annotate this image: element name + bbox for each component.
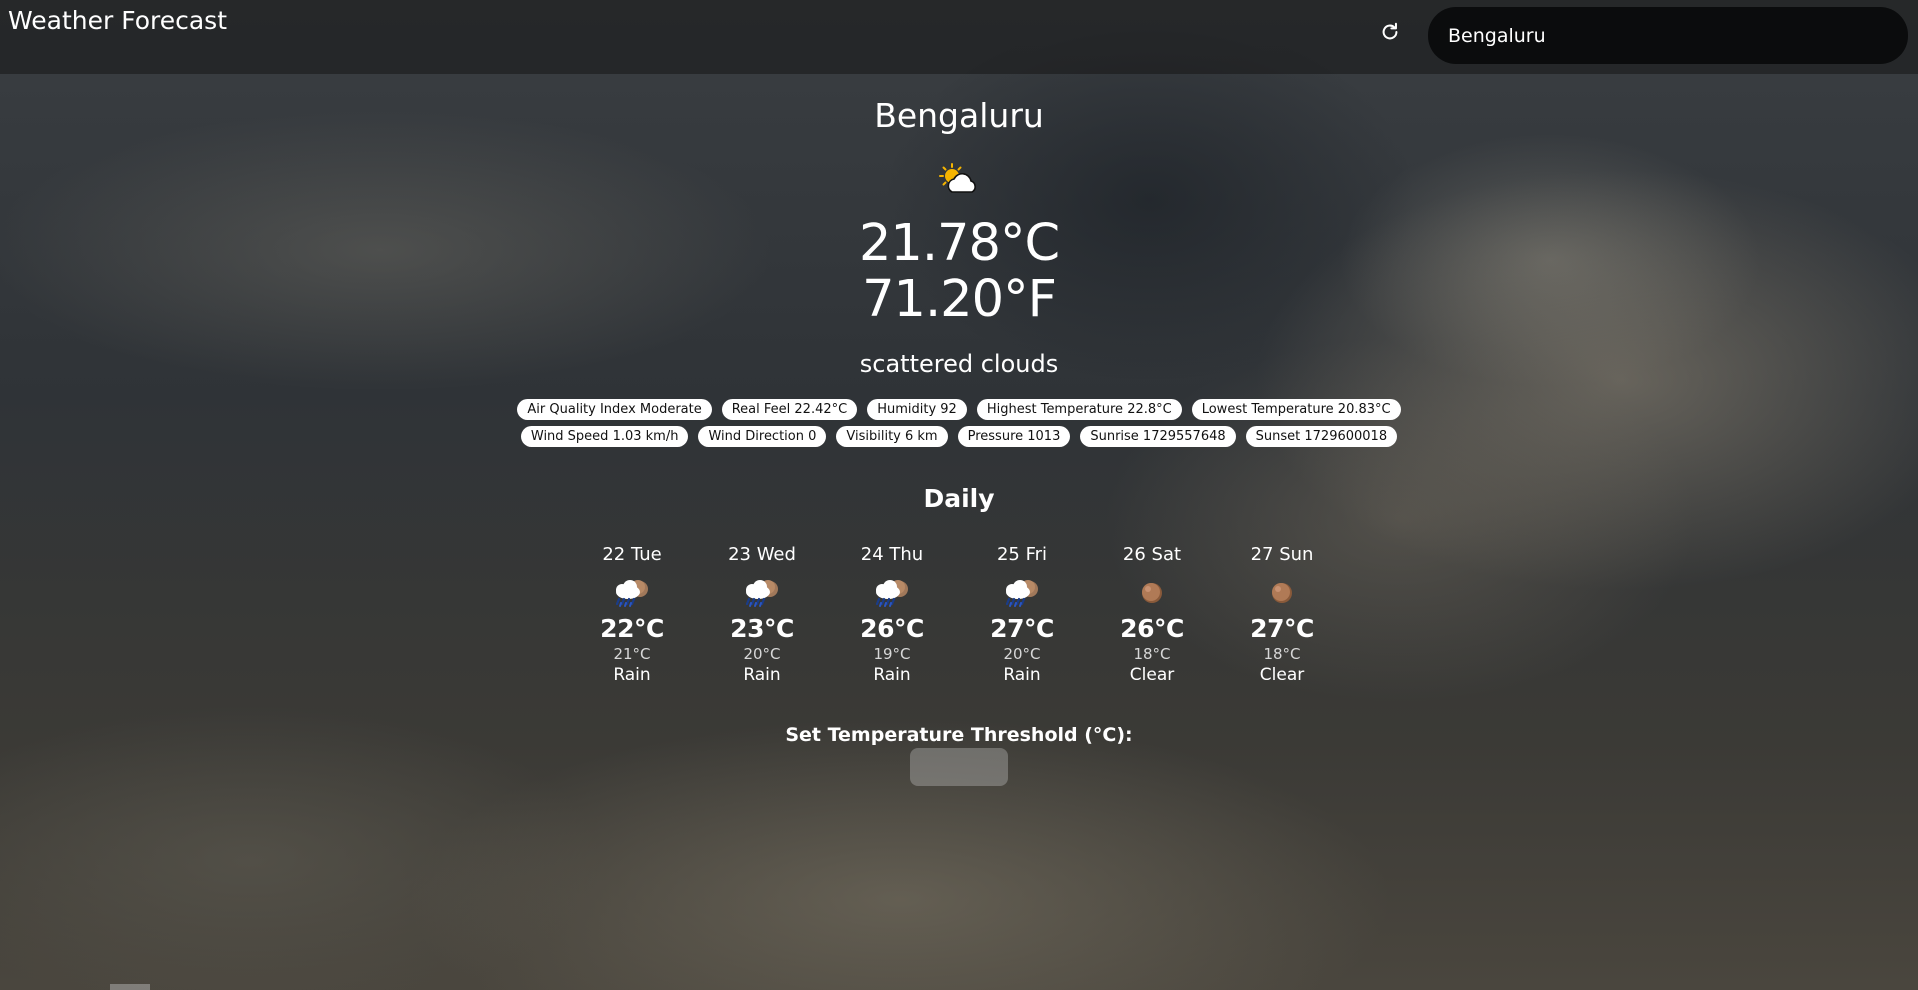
day-name: 23 Wed xyxy=(728,544,796,565)
city-name: Bengaluru xyxy=(874,96,1044,135)
day-card: 27 Sun 27°C 18°C Clear xyxy=(1217,544,1347,685)
daily-title: Daily xyxy=(923,484,995,513)
daily-forecast: 22 Tue 22°C 21°C Rain 23 Wed 23°C 20°C R… xyxy=(567,544,1347,704)
day-max-temp: 26°C xyxy=(860,614,924,643)
aqi-chip: Air Quality Index Moderate xyxy=(517,399,712,420)
humidity-chip: Humidity 92 xyxy=(867,399,967,420)
day-min-temp: 19°C xyxy=(873,645,911,663)
day-card: 25 Fri 27°C 20°C Rain xyxy=(957,544,1087,685)
day-card: 26 Sat 26°C 18°C Clear xyxy=(1087,544,1217,685)
rain-night-icon xyxy=(874,578,910,608)
day-condition: Clear xyxy=(1259,665,1305,685)
day-condition: Rain xyxy=(743,665,781,685)
temperature-fahrenheit: 71.20°F xyxy=(862,270,1057,329)
visibility-chip: Visibility 6 km xyxy=(836,426,948,447)
day-max-temp: 27°C xyxy=(990,614,1054,643)
day-min-temp: 21°C xyxy=(613,645,651,663)
day-condition: Clear xyxy=(1129,665,1175,685)
day-min-temp: 20°C xyxy=(1003,645,1041,663)
real-feel-chip: Real Feel 22.42°C xyxy=(721,399,858,420)
wind-speed-chip: Wind Speed 1.03 km/h xyxy=(520,426,689,447)
search-box xyxy=(1428,7,1908,64)
day-max-temp: 23°C xyxy=(730,614,794,643)
threshold-label: Set Temperature Threshold (°C): xyxy=(785,724,1133,746)
day-min-temp: 18°C xyxy=(1133,645,1171,663)
day-name: 22 Tue xyxy=(602,544,662,565)
day-card: 22 Tue 22°C 21°C Rain xyxy=(567,544,697,685)
horizontal-scrollbar[interactable] xyxy=(110,984,150,990)
temperature-celsius: 21.78°C xyxy=(858,214,1060,273)
highest-temp-chip: Highest Temperature 22.8°C xyxy=(976,399,1182,420)
day-max-temp: 27°C xyxy=(1250,614,1314,643)
sunset-chip: Sunset 1729600018 xyxy=(1245,426,1398,447)
refresh-button[interactable] xyxy=(1376,18,1404,46)
day-name: 24 Thu xyxy=(860,544,924,565)
threshold-input[interactable] xyxy=(910,748,1008,786)
sunrise-chip: Sunrise 1729557648 xyxy=(1080,426,1236,447)
wind-direction-chip: Wind Direction 0 xyxy=(698,426,827,447)
day-condition: Rain xyxy=(873,665,911,685)
rain-night-icon xyxy=(1004,578,1040,608)
day-card: 23 Wed 23°C 20°C Rain xyxy=(697,544,827,685)
day-max-temp: 22°C xyxy=(600,614,664,643)
city-search-input[interactable] xyxy=(1428,7,1908,64)
day-name: 26 Sat xyxy=(1122,544,1182,565)
rain-night-icon xyxy=(614,578,650,608)
details-row-1: Air Quality Index Moderate Real Feel 22.… xyxy=(517,399,1401,420)
weather-description: scattered clouds xyxy=(859,350,1059,378)
rain-night-icon xyxy=(744,578,780,608)
top-bar: Weather Forecast xyxy=(0,0,1918,74)
pressure-chip: Pressure 1013 xyxy=(957,426,1071,447)
day-max-temp: 26°C xyxy=(1120,614,1184,643)
refresh-icon xyxy=(1382,22,1398,40)
lowest-temp-chip: Lowest Temperature 20.83°C xyxy=(1191,399,1401,420)
day-min-temp: 18°C xyxy=(1263,645,1301,663)
details-row-2: Wind Speed 1.03 km/h Wind Direction 0 Vi… xyxy=(520,426,1398,447)
few-clouds-day-icon xyxy=(939,163,976,193)
weather-details: Air Quality Index Moderate Real Feel 22.… xyxy=(0,399,1918,447)
day-condition: Rain xyxy=(1003,665,1041,685)
clear-night-icon xyxy=(1272,583,1292,603)
day-condition: Rain xyxy=(613,665,651,685)
clear-night-icon xyxy=(1142,583,1162,603)
day-card: 24 Thu 26°C 19°C Rain xyxy=(827,544,957,685)
day-min-temp: 20°C xyxy=(743,645,781,663)
app-title: Weather Forecast xyxy=(8,6,227,35)
day-name: 27 Sun xyxy=(1250,544,1314,565)
day-name: 25 Fri xyxy=(996,544,1048,565)
